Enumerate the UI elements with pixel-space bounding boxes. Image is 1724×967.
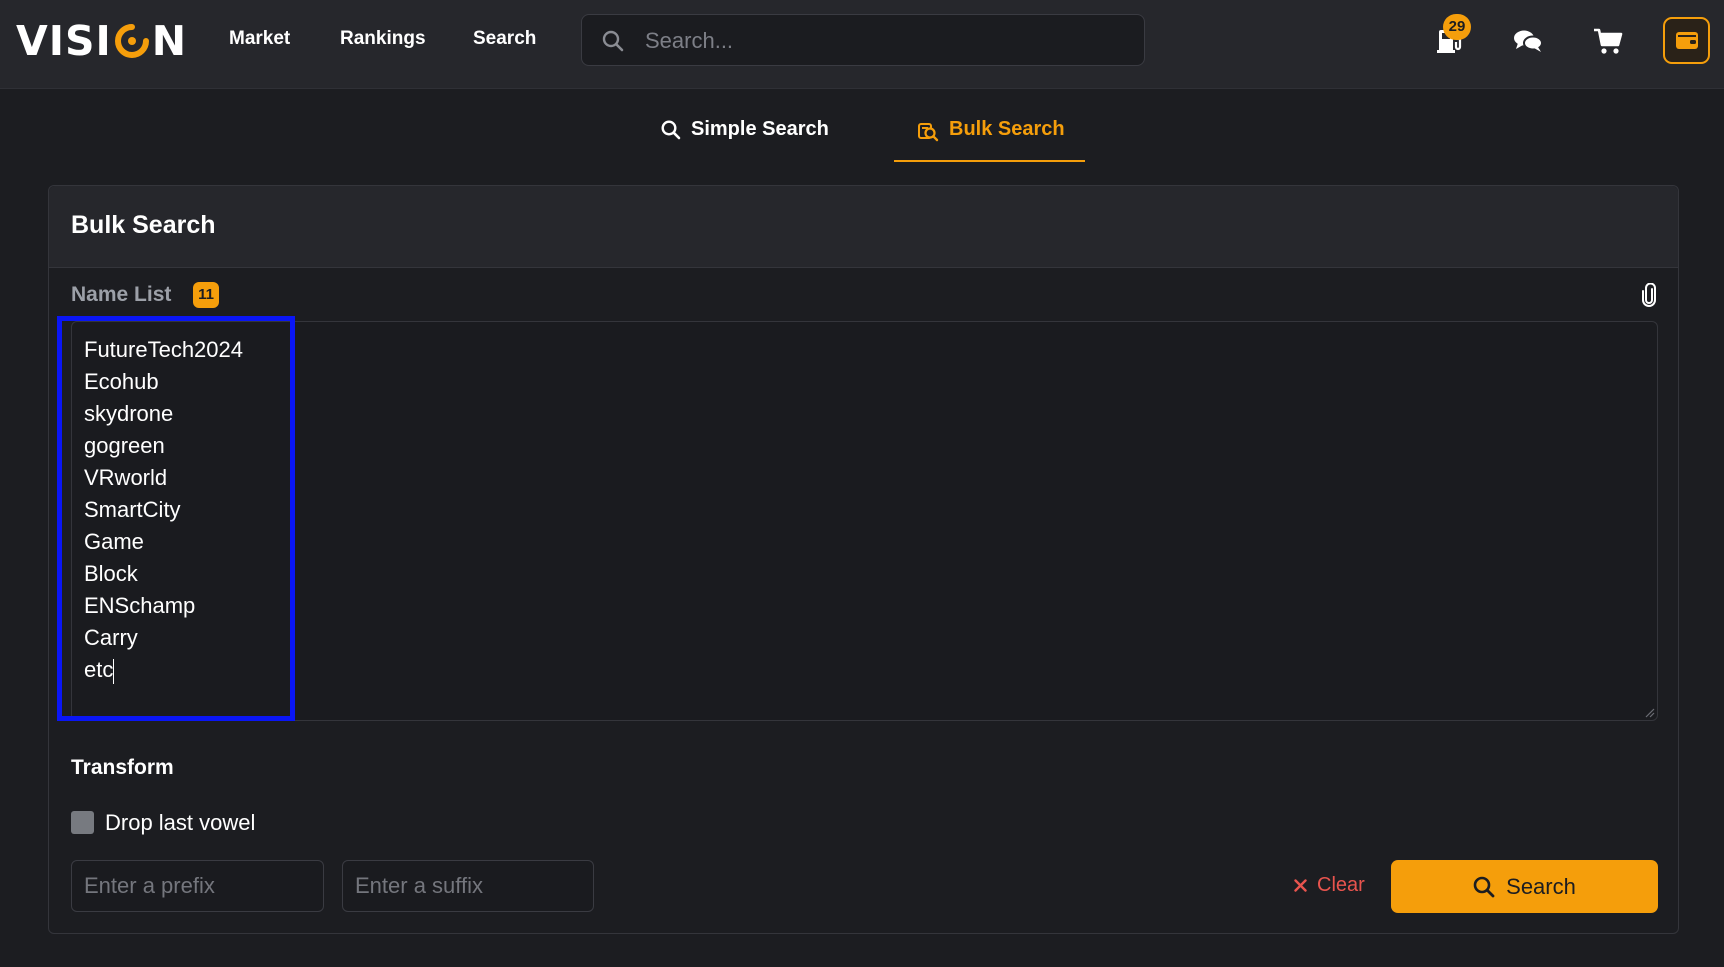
- tab-bulk-search-label: Bulk Search: [949, 118, 1065, 140]
- prefix-input[interactable]: [71, 860, 324, 912]
- panel-title: Bulk Search: [71, 211, 216, 239]
- nav-market[interactable]: Market: [229, 28, 290, 50]
- search-icon: [661, 120, 681, 140]
- nav-search[interactable]: Search: [473, 28, 536, 50]
- cart-icon[interactable]: [1593, 27, 1623, 55]
- drop-last-vowel-checkbox[interactable]: [71, 811, 94, 834]
- search-icon: [1473, 876, 1495, 897]
- search-button-label: Search: [1506, 873, 1576, 899]
- name-line: VRworld: [84, 465, 168, 490]
- logo-o-mark-icon: [114, 24, 149, 58]
- name-line-text: etc: [84, 657, 114, 682]
- name-list-label: Name List: [71, 283, 172, 306]
- name-line: gogreen: [84, 433, 165, 458]
- name-line: Block: [84, 561, 138, 586]
- chat-icon[interactable]: [1513, 28, 1543, 54]
- name-count-badge: 11: [193, 282, 219, 308]
- name-line: FutureTech2024: [84, 337, 243, 362]
- text-caret: [113, 658, 115, 684]
- logo-text-left: VISI: [16, 17, 112, 65]
- name-line: Ecohub: [84, 369, 159, 394]
- clear-button[interactable]: Clear: [1294, 874, 1365, 897]
- resize-handle-icon[interactable]: [1645, 708, 1655, 718]
- tab-bulk-search[interactable]: Bulk Search: [894, 118, 1085, 162]
- transform-title: Transform: [71, 756, 174, 779]
- name-line: ENSchamp: [84, 593, 196, 618]
- name-line-last: etc: [84, 654, 1645, 686]
- global-search-input[interactable]: [643, 15, 1127, 67]
- name-line: SmartCity: [84, 497, 181, 522]
- bulk-search-icon: [918, 123, 939, 142]
- nav-rankings[interactable]: Rankings: [340, 28, 426, 50]
- drop-last-vowel-label[interactable]: Drop last vowel: [105, 810, 255, 836]
- global-search-box[interactable]: [581, 14, 1145, 67]
- logo-text-right: N: [151, 17, 188, 65]
- paperclip-icon[interactable]: [1641, 283, 1657, 307]
- panel-header: Bulk Search: [49, 186, 1678, 268]
- notification-badge: 29: [1443, 14, 1471, 40]
- name-list-textarea[interactable]: FutureTech2024 Ecohub skydrone gogreen V…: [71, 321, 1658, 721]
- bulk-search-panel: Bulk Search Name List 11 FutureTech2024 …: [48, 185, 1679, 934]
- wallet-button[interactable]: [1663, 17, 1710, 64]
- top-bar: VISI N Market Rankings Search 29: [0, 0, 1724, 89]
- name-line: skydrone: [84, 401, 174, 426]
- tab-simple-search[interactable]: Simple Search: [661, 118, 829, 162]
- wallet-icon: [1676, 32, 1698, 49]
- search-button[interactable]: Search: [1391, 860, 1658, 913]
- suffix-input[interactable]: [342, 860, 594, 912]
- search-icon: [602, 30, 624, 52]
- name-line: Game: [84, 529, 144, 554]
- logo[interactable]: VISI N: [16, 17, 188, 65]
- name-line: Carry: [84, 625, 138, 650]
- tab-simple-search-label: Simple Search: [691, 118, 829, 140]
- clear-button-label: Clear: [1317, 874, 1365, 896]
- close-icon: [1294, 879, 1307, 892]
